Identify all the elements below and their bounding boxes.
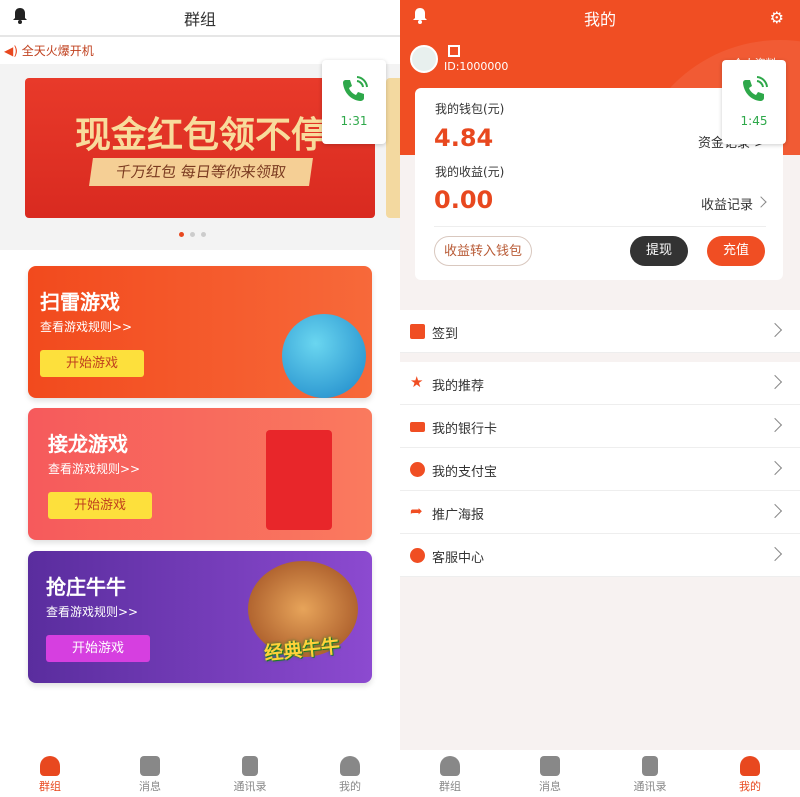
settings-gear-icon[interactable]: ⚙: [770, 8, 784, 27]
menu-check-in[interactable]: 签到: [400, 310, 800, 353]
game-card-niuniu[interactable]: 抢庄牛牛 查看游戏规则>> 开始游戏 经典牛牛: [28, 551, 372, 683]
chevron-right-icon: [767, 417, 783, 433]
nav-contacts[interactable]: 通讯录: [600, 750, 700, 797]
nav-contacts[interactable]: 通讯录: [200, 750, 300, 797]
wallet-label: 我的钱包(元): [435, 102, 505, 116]
user-icon: [740, 756, 760, 776]
share-arrow-icon: ➦: [410, 502, 423, 520]
message-icon: [540, 756, 560, 776]
nav-me[interactable]: 我的: [700, 750, 800, 797]
alipay-icon: [410, 462, 425, 477]
page-title: 群组: [183, 10, 216, 29]
message-icon: [140, 756, 160, 776]
chevron-right-icon: [767, 503, 783, 519]
nav-me[interactable]: 我的: [300, 750, 400, 797]
chevron-right-icon: [767, 546, 783, 562]
menu-alipay[interactable]: 我的支付宝: [400, 448, 800, 491]
groups-screen: 群组 ◀) 全天火爆开机 现金红包领不停 千万红包 每日等你来领取 1:31 扫…: [0, 0, 400, 797]
banner-tagline: 千万红包 每日等你来领取: [89, 158, 313, 186]
bottom-nav: 群组 消息 通讯录 我的: [0, 750, 400, 797]
income-record-link[interactable]: 收益记录: [701, 194, 753, 213]
bottom-nav: 群组 消息 通讯录 我的: [400, 750, 800, 797]
qr-code-icon[interactable]: [448, 45, 460, 57]
nav-groups[interactable]: 群组: [400, 750, 500, 797]
speaker-icon: ◀): [4, 44, 18, 58]
game-rules-link[interactable]: 查看游戏规则>>: [40, 318, 132, 335]
game-title: 扫雷游戏: [40, 290, 120, 314]
user-id: ID:1000000: [444, 60, 509, 73]
wallet-balance: 4.84: [434, 124, 494, 152]
banner-headline: 现金红包领不停: [75, 115, 328, 156]
call-widget[interactable]: 1:31: [322, 60, 386, 144]
calendar-icon: [410, 324, 425, 339]
groups-icon: [440, 756, 460, 776]
withdraw-button[interactable]: 提现: [630, 236, 688, 266]
star-icon: ★: [410, 373, 424, 391]
notice-bar[interactable]: ◀) 全天火爆开机: [4, 42, 94, 59]
page-title: 我的: [583, 10, 616, 29]
user-icon: [340, 756, 360, 776]
phone-icon: [343, 76, 368, 101]
bomb-illustration: [282, 314, 366, 398]
start-game-button[interactable]: 开始游戏: [40, 350, 144, 377]
avatar[interactable]: [410, 45, 438, 73]
income-balance: 0.00: [434, 186, 494, 214]
game-rules-link[interactable]: 查看游戏规则>>: [48, 460, 140, 477]
transfer-to-wallet-button[interactable]: 收益转入钱包: [434, 236, 532, 266]
game-title: 抢庄牛牛: [46, 575, 126, 599]
menu-customer-service[interactable]: 客服中心: [400, 534, 800, 577]
start-game-button[interactable]: 开始游戏: [46, 635, 150, 662]
call-duration: 1:31: [340, 114, 368, 128]
contacts-icon: [642, 756, 658, 776]
chevron-right-icon: [767, 374, 783, 390]
chevron-right-icon: [755, 196, 767, 208]
red-envelope-illustration: [266, 430, 332, 530]
chat-bubble-icon: [410, 548, 425, 563]
banner-next[interactable]: [386, 78, 400, 218]
groups-icon: [40, 756, 60, 776]
divider: [0, 35, 400, 37]
call-duration: 1:45: [740, 114, 768, 128]
divider: [434, 226, 766, 227]
carousel-dots[interactable]: [179, 232, 206, 237]
game-rules-link[interactable]: 查看游戏规则>>: [46, 603, 138, 620]
call-widget[interactable]: 1:45: [722, 60, 786, 144]
menu-referrals[interactable]: ★ 我的推荐: [400, 362, 800, 405]
game-card-minesweeper[interactable]: 扫雷游戏 查看游戏规则>> 开始游戏: [28, 266, 372, 398]
nav-groups[interactable]: 群组: [0, 750, 100, 797]
notice-text: 全天火爆开机: [21, 44, 94, 58]
recharge-button[interactable]: 充值: [707, 236, 765, 266]
game-title: 接龙游戏: [48, 432, 128, 456]
bank-card-icon: [410, 422, 425, 432]
income-label: 我的收益(元): [435, 165, 505, 179]
game-card-solitaire[interactable]: 接龙游戏 查看游戏规则>> 开始游戏: [28, 408, 372, 540]
menu-promo-poster[interactable]: ➦ 推广海报: [400, 491, 800, 534]
chevron-right-icon: [767, 460, 783, 476]
nav-messages[interactable]: 消息: [100, 750, 200, 797]
chevron-right-icon: [767, 322, 783, 338]
menu-bank-card[interactable]: 我的银行卡: [400, 405, 800, 448]
start-game-button[interactable]: 开始游戏: [48, 492, 152, 519]
contacts-icon: [242, 756, 258, 776]
me-screen: 我的 ⚙ ID:1000000 个人资料> 我的钱包(元) 4.84 资金记录 …: [400, 0, 800, 797]
nav-messages[interactable]: 消息: [500, 750, 600, 797]
phone-icon: [743, 76, 768, 101]
